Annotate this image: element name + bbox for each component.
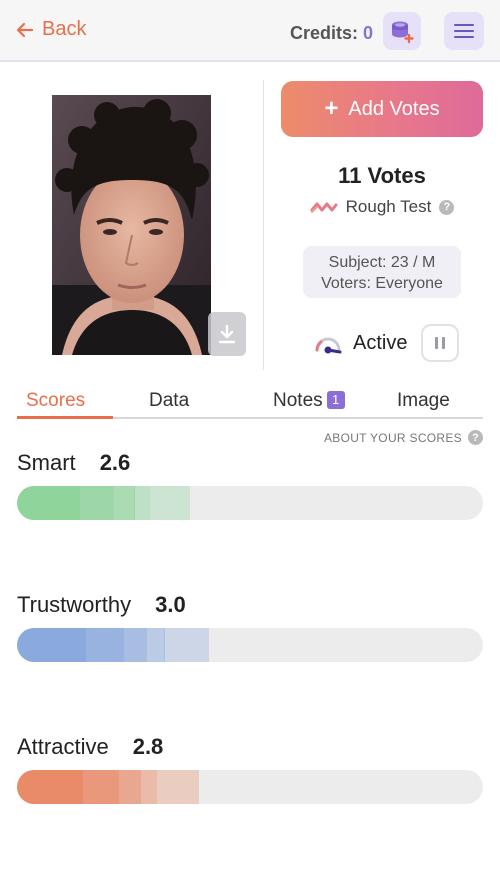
coins-add-icon bbox=[392, 21, 414, 44]
score-bar bbox=[17, 628, 483, 662]
tab-data[interactable]: Data bbox=[149, 390, 189, 412]
test-type-label: Rough Test bbox=[345, 197, 432, 216]
status-label: Active bbox=[353, 331, 408, 354]
credits-display: Credits: 0 bbox=[290, 23, 373, 44]
about-scores-label: ABOUT YOUR SCORES bbox=[323, 430, 462, 445]
add-votes-button[interactable]: + Add Votes bbox=[281, 81, 483, 137]
tab-image[interactable]: Image bbox=[397, 390, 450, 412]
score-attractive: Attractive 2.8 bbox=[17, 734, 483, 804]
score-smart: Smart 2.6 bbox=[17, 450, 483, 520]
score-bar-segment bbox=[85, 628, 125, 662]
score-bar-segment bbox=[146, 628, 165, 662]
about-scores-link[interactable]: ABOUT YOUR SCORES ? bbox=[324, 430, 483, 445]
download-button[interactable] bbox=[208, 312, 246, 356]
hamburger-menu-icon bbox=[454, 24, 474, 38]
pause-icon bbox=[435, 337, 446, 349]
votes-count: 11 Votes bbox=[338, 163, 426, 188]
score-bar bbox=[17, 486, 483, 520]
tab-notes[interactable]: Notes 1 bbox=[273, 390, 345, 412]
score-bar-segment bbox=[149, 486, 190, 520]
score-header: Trustworthy 3.0 bbox=[17, 592, 483, 618]
score-bar-segment bbox=[82, 770, 120, 804]
tab-scores-label: Scores bbox=[26, 390, 86, 411]
download-icon bbox=[218, 324, 236, 344]
pause-button[interactable] bbox=[421, 324, 460, 362]
score-bar-segment bbox=[164, 628, 209, 662]
status-row: Active bbox=[313, 324, 460, 362]
score-value: 2.8 bbox=[132, 734, 164, 759]
score-bar-segment bbox=[17, 770, 83, 804]
buy-credits-button[interactable] bbox=[383, 12, 421, 50]
subject-info: Subject: 23 / M Voters: Everyone bbox=[303, 246, 461, 298]
tab-notes-label: Notes bbox=[273, 390, 323, 411]
score-name: Trustworthy bbox=[17, 592, 132, 617]
tab-bar: Scores Data Notes 1 Image bbox=[17, 388, 483, 419]
subject-photo bbox=[52, 95, 211, 355]
help-icon[interactable]: ? bbox=[439, 199, 455, 215]
score-bar bbox=[17, 770, 483, 804]
vertical-divider bbox=[263, 80, 264, 370]
gauge-icon bbox=[315, 337, 342, 354]
notes-count-badge: 1 bbox=[326, 391, 345, 409]
arrow-left-icon bbox=[16, 22, 34, 37]
rough-test-icon bbox=[310, 202, 338, 213]
tab-data-label: Data bbox=[149, 390, 190, 411]
score-value: 3.0 bbox=[155, 592, 186, 617]
top-bar: Back Credits: 0 bbox=[0, 0, 500, 62]
score-value: 2.6 bbox=[99, 450, 131, 475]
menu-button[interactable] bbox=[444, 12, 484, 50]
credits-label: Credits: bbox=[290, 23, 359, 43]
score-trustworthy: Trustworthy 3.0 bbox=[17, 592, 483, 662]
score-bar-segment bbox=[134, 486, 151, 520]
score-bar-segment bbox=[123, 628, 148, 662]
help-icon: ? bbox=[468, 430, 483, 445]
subject-label: Subject: 23 / M bbox=[328, 254, 436, 271]
add-votes-label: Add Votes bbox=[348, 97, 440, 120]
score-bar-segment bbox=[113, 486, 135, 520]
score-bar-segment bbox=[156, 770, 200, 804]
tab-scores[interactable]: Scores bbox=[26, 390, 85, 412]
score-bar-segment bbox=[118, 770, 142, 804]
score-header: Attractive 2.8 bbox=[17, 734, 483, 760]
back-button[interactable]: Back bbox=[16, 18, 86, 41]
score-bar-segment bbox=[79, 486, 115, 520]
voters-label: Voters: Everyone bbox=[321, 275, 443, 292]
score-name: Attractive bbox=[17, 734, 109, 759]
score-bar-segment bbox=[17, 486, 80, 520]
score-header: Smart 2.6 bbox=[17, 450, 483, 476]
tab-image-label: Image bbox=[397, 390, 450, 411]
test-type-row: Rough Test ? bbox=[281, 197, 483, 217]
score-bar-segment bbox=[17, 628, 87, 662]
back-label: Back bbox=[42, 18, 87, 40]
portrait-illustration bbox=[52, 95, 211, 355]
active-tab-indicator bbox=[17, 416, 113, 419]
score-name: Smart bbox=[17, 450, 76, 475]
credits-value: 0 bbox=[363, 23, 374, 43]
score-bar-segment bbox=[140, 770, 158, 804]
plus-icon: + bbox=[324, 95, 339, 122]
